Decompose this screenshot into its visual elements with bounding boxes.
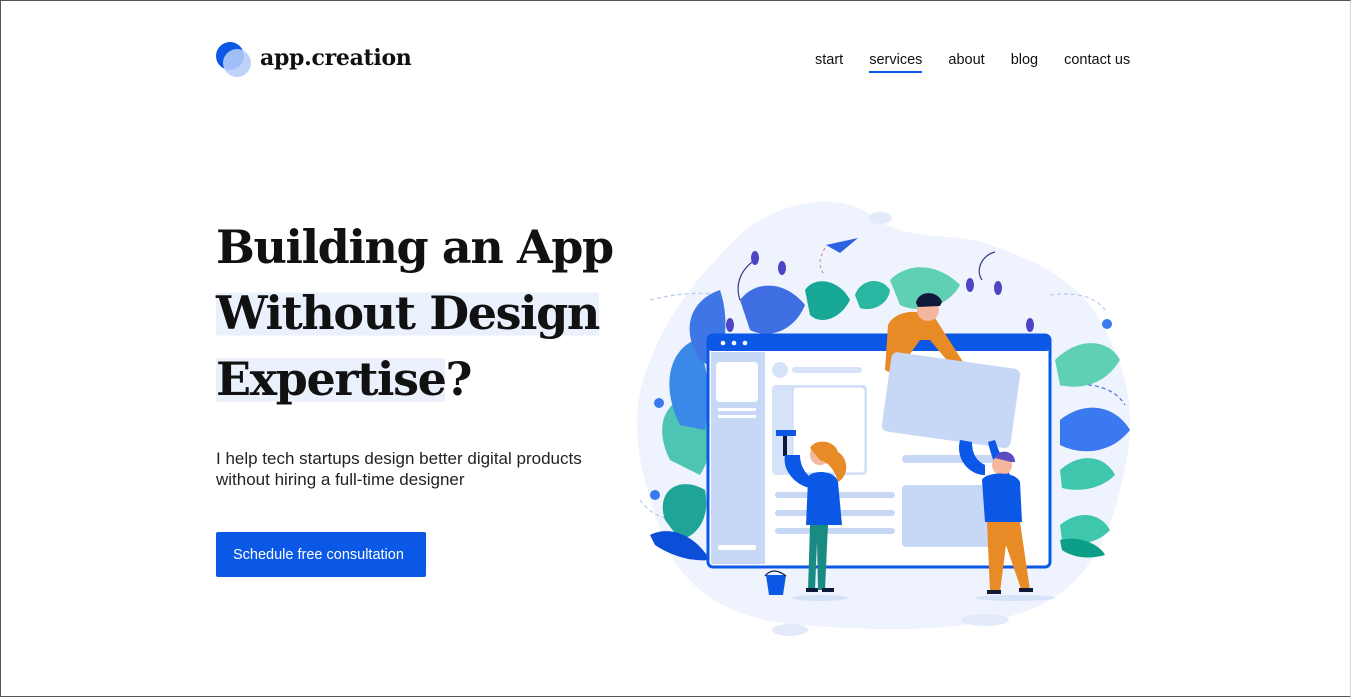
web-design-team-illustration	[636, 201, 1130, 636]
main-nav: start services about blog contact us	[815, 51, 1130, 75]
hero-description: I help tech startups design better digit…	[216, 449, 582, 489]
hero-title-line-3: Expertise	[216, 352, 447, 406]
hero-title-line-1: Building an App	[216, 220, 614, 274]
nav-item-contact-us[interactable]: contact us	[1064, 51, 1130, 75]
nav-item-services[interactable]: services	[869, 51, 923, 75]
nav-item-blog[interactable]: blog	[1011, 51, 1038, 75]
hero-title: Building an App Without Design Expertise…	[216, 214, 676, 412]
schedule-consultation-button[interactable]: Schedule free consultation	[216, 532, 426, 577]
brand-logo[interactable]: app.creation	[216, 40, 412, 77]
nav-item-start[interactable]: start	[815, 51, 843, 75]
hero-title-question-mark: ?	[445, 352, 472, 406]
hero-title-line-2: Without Design	[216, 286, 600, 340]
brand-name: app.creation	[260, 45, 412, 71]
nav-item-about[interactable]: about	[948, 51, 984, 75]
logo-icon	[216, 40, 252, 77]
